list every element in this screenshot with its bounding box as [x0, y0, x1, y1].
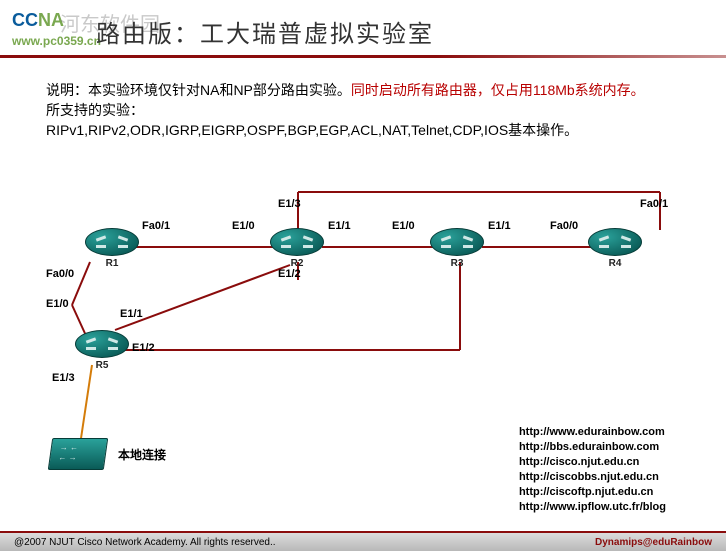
url-2: http://cisco.njut.edu.cn [519, 455, 666, 470]
desc-warning: 同时启动所有路由器，仅占用118Mb系统内存。 [351, 82, 645, 98]
page-title: 路由版：工大瑞普虚拟实验室 [96, 14, 434, 49]
port-r5-e13: E1/3 [52, 372, 75, 384]
desc-line3: RIPv1,RIPv2,ODR,IGRP,EIGRP,OSPF,BGP,EGP,… [46, 120, 680, 140]
port-r1-fa01: Fa0/1 [142, 220, 170, 232]
switch-label: 本地连接 [118, 446, 166, 463]
router-r5: R5 [75, 330, 129, 368]
footer-left: @2007 NJUT Cisco Network Academy. All ri… [14, 533, 276, 551]
desc-prefix: 说明：本实验环境仅针对NA和NP部分路由实验。 [46, 82, 351, 98]
url-4: http://ciscoftp.njut.edu.cn [519, 485, 666, 500]
url-list: http://www.edurainbow.com http://bbs.edu… [519, 425, 666, 515]
footer-right: Dynamips@eduRainbow [595, 533, 712, 551]
router-r3: R3 [430, 228, 484, 266]
url-3: http://ciscobbs.njut.edu.cn [519, 470, 666, 485]
port-r2-e11: E1/1 [328, 220, 351, 232]
router-r1-label: R1 [85, 258, 139, 269]
router-r5-label: R5 [75, 360, 129, 371]
port-r5-e11: E1/1 [120, 308, 143, 320]
logo: CCNA [12, 10, 64, 31]
router-r4-label: R4 [588, 258, 642, 269]
router-r2: R2 [270, 228, 324, 266]
logo-sub-url: www.pc0359.cn [12, 34, 101, 48]
desc-line2: 所支持的实验： [46, 100, 680, 120]
url-0: http://www.edurainbow.com [519, 425, 666, 440]
switch-local [48, 438, 108, 470]
port-r4-fa00: Fa0/0 [550, 220, 578, 232]
port-r5-e12: E1/2 [132, 342, 155, 354]
port-r2-e12: E1/2 [278, 268, 301, 280]
port-r3-e10: E1/0 [392, 220, 415, 232]
router-r1: R1 [85, 228, 139, 266]
port-r4-fa01: Fa0/1 [640, 198, 668, 210]
description-block: 说明：本实验环境仅针对NA和NP部分路由实验。同时启动所有路由器，仅占用118M… [46, 80, 680, 140]
header: CCNA www.pc0359.cn 河东软件园 路由版：工大瑞普虚拟实验室 [0, 0, 726, 60]
port-r3-e11: E1/1 [488, 220, 511, 232]
url-1: http://bbs.edurainbow.com [519, 440, 666, 455]
router-r4: R4 [588, 228, 642, 266]
footer: @2007 NJUT Cisco Network Academy. All ri… [0, 531, 726, 551]
port-r1-e10: E1/0 [46, 298, 69, 310]
port-r1-fa00: Fa0/0 [46, 268, 74, 280]
port-r2-e10: E1/0 [232, 220, 255, 232]
url-5: http://www.ipflow.utc.fr/blog [519, 500, 666, 515]
port-r2-e13: E1/3 [278, 198, 301, 210]
router-r3-label: R3 [430, 258, 484, 269]
header-divider [0, 55, 726, 58]
